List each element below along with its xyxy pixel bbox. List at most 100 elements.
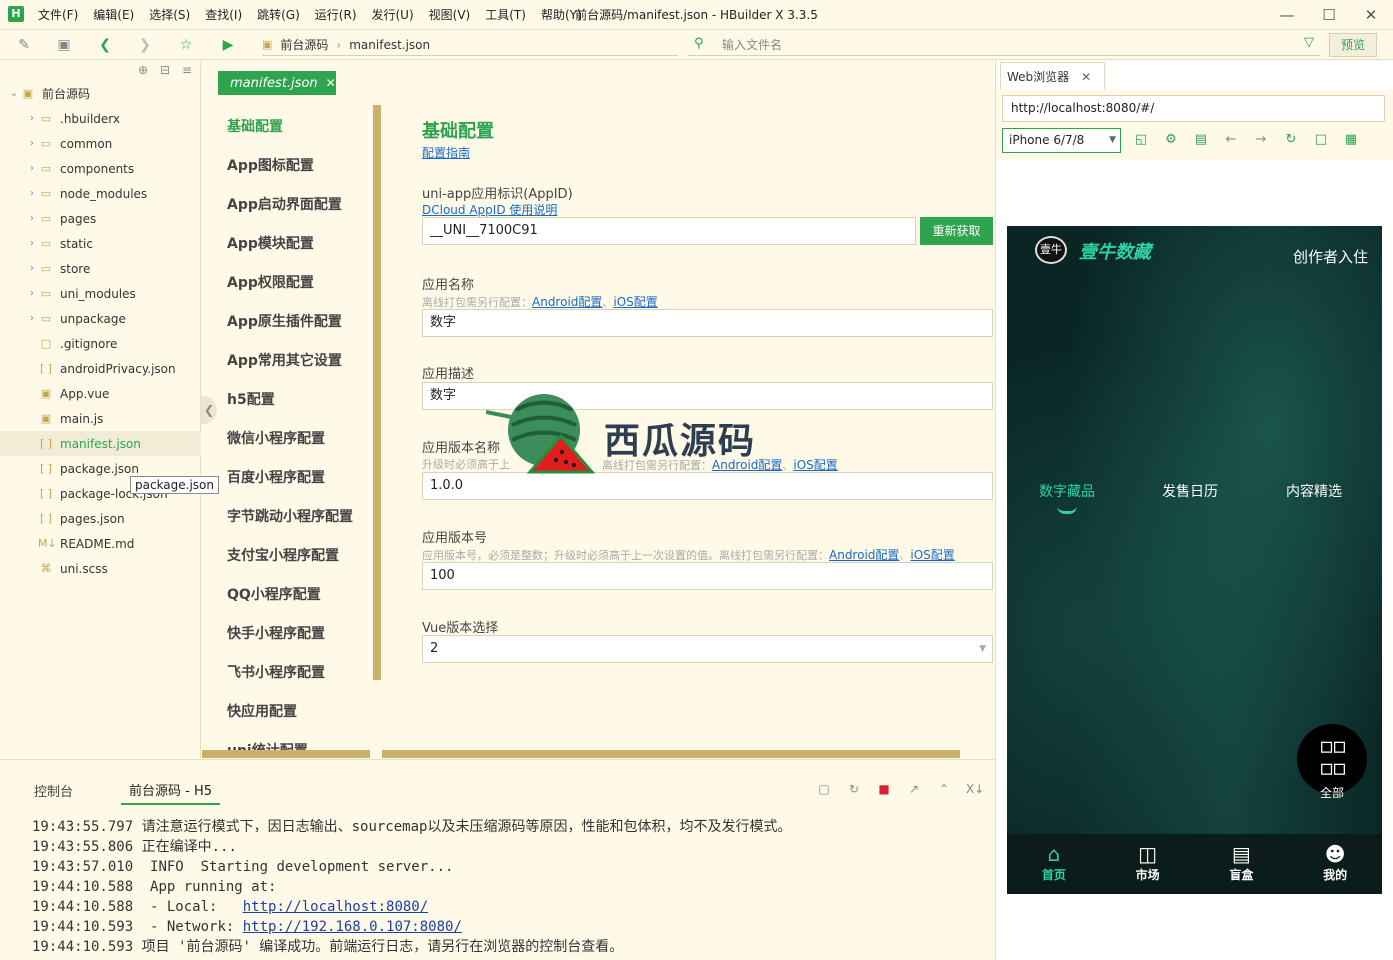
creator-join-link[interactable]: 创作者入住 [1293,246,1368,267]
tree-menu-icon[interactable]: ≡ [182,63,192,77]
forward-icon[interactable]: → [1252,131,1270,149]
file-search-input[interactable] [722,36,1282,54]
collapse-all-icon[interactable]: ⊟ [160,63,170,77]
menu-file[interactable]: 文件(F) [38,0,78,30]
phone-tab-digital[interactable]: 数字藏品 [1039,481,1095,501]
tree-item[interactable]: › ▭ node_modules [0,181,201,206]
config-nav-item[interactable]: 字节跳动小程序配置 [227,506,353,526]
new-file-icon[interactable]: ✎ [15,36,33,54]
config-nav-item[interactable]: 支付宝小程序配置 [227,545,339,565]
scroll-lock-icon[interactable]: X↓ [966,781,984,797]
vue-version-select[interactable]: 2 ▼ [422,635,993,663]
config-nav-item[interactable]: App图标配置 [227,155,314,175]
forward-icon[interactable]: ❯ [136,36,154,54]
tab-web-browser[interactable]: Web浏览器 ✕ [1000,62,1105,90]
tree-item[interactable]: › ▭ static [0,231,201,256]
save-icon[interactable]: ▣ [55,36,73,54]
tree-root[interactable]: ⌄ ▣ 前台源码 [0,81,201,106]
phone-tab-calendar[interactable]: 发售日历 [1162,481,1218,501]
log-link[interactable]: http://localhost:8080/ [243,899,428,915]
all-categories-button[interactable]: ▫▫ ▫▫ 全部 [1297,724,1367,800]
back-icon[interactable]: ← [1222,131,1240,149]
tree-item[interactable]: [ ] pages.json [0,506,201,531]
tab-h5-run[interactable]: 前台源码 - H5 [121,776,221,805]
device-select[interactable]: iPhone 6/7/8 ▼ [1002,128,1121,153]
nav-market[interactable]: ◫ 市场 [1101,834,1195,894]
android-config-link[interactable]: Android配置 [829,548,899,562]
config-nav-item[interactable]: QQ小程序配置 [227,584,321,604]
clear-console-icon[interactable]: ▢ [816,781,832,797]
back-icon[interactable]: ❮ [96,36,114,54]
tree-item[interactable]: › ▭ pages [0,206,201,231]
tree-item[interactable]: › ▭ unpackage [0,306,201,331]
breadcrumb-project[interactable]: 前台源码 [280,36,328,53]
log-link[interactable]: http://192.168.0.107:8080/ [243,919,462,935]
qrcode-icon[interactable]: ▦ [1342,131,1360,149]
config-nav-item[interactable]: App原生插件配置 [227,311,342,331]
guide-link[interactable]: 配置指南 [422,146,470,160]
tree-item[interactable]: › ▭ uni_modules [0,281,201,306]
maximize-icon[interactable]: ☐ [1309,0,1349,30]
nav-scrollbar[interactable] [373,105,381,680]
tree-item[interactable]: ▣ main.js [0,406,201,431]
url-input[interactable]: http://localhost:8080/#/ [1002,95,1385,122]
screenshot-icon[interactable]: ◱ [1132,131,1150,149]
menu-find[interactable]: 查找(I) [205,0,242,30]
config-nav-item[interactable]: 基础配置 [227,116,283,136]
close-tab-icon[interactable]: ✕ [326,76,336,90]
appid-help-link[interactable]: DCloud AppID 使用说明 [422,203,557,217]
menu-run[interactable]: 运行(R) [315,0,357,30]
breadcrumb-file[interactable]: manifest.json [349,38,430,52]
appid-input[interactable]: __UNI__7100C91 [422,217,916,245]
config-nav-item[interactable]: 百度小程序配置 [227,467,325,487]
tree-item[interactable]: ⌘ uni.scss [0,556,201,581]
nav-hscrollbar[interactable] [202,750,370,758]
config-nav-item[interactable]: 快手小程序配置 [227,623,325,643]
refetch-appid-button[interactable]: 重新获取 [920,217,993,245]
minimize-icon[interactable]: — [1267,0,1307,30]
config-nav-item[interactable]: 快应用配置 [227,701,297,721]
form-hscrollbar[interactable] [382,750,960,758]
config-nav-item[interactable]: h5配置 [227,389,275,409]
tree-item[interactable]: › ▭ .hbuilderx [0,106,201,131]
ios-config-link[interactable]: iOS配置 [613,295,657,309]
restart-icon[interactable]: ↻ [846,781,862,797]
config-nav-item[interactable]: App常用其它设置 [227,350,342,370]
stop-icon[interactable]: ■ [876,781,892,797]
nav-mine[interactable]: ☻ 我的 [1288,834,1382,894]
tree-item[interactable]: › ▭ common [0,131,201,156]
star-icon[interactable]: ☆ [177,36,195,54]
ios-config-link[interactable]: iOS配置 [793,458,837,472]
filter-icon[interactable]: ▽ [1304,35,1314,50]
ios-config-link[interactable]: iOS配置 [910,548,954,562]
close-icon[interactable]: ✕ [1351,0,1391,30]
tree-item[interactable]: ▣ App.vue [0,381,201,406]
config-nav-item[interactable]: App权限配置 [227,272,314,292]
open-external-icon[interactable]: ↗ [906,781,922,797]
preview-button[interactable]: 预览 [1329,33,1377,57]
tree-item[interactable]: □ .gitignore [0,331,201,356]
tab-console[interactable]: 控制台 [34,781,73,800]
tree-item[interactable]: › ▭ components [0,156,201,181]
tab-manifest[interactable]: manifest.json ✕ [218,71,336,95]
close-tab-icon[interactable]: ✕ [1081,70,1091,84]
run-icon[interactable]: ▶ [219,36,237,54]
menu-publish[interactable]: 发行(U) [372,0,414,30]
nav-blindbox[interactable]: ▤ 盲盒 [1195,834,1289,894]
tree-item[interactable]: › ▭ store [0,256,201,281]
app-name-input[interactable]: 数字 [422,309,993,337]
config-nav-item[interactable]: uni统计配置 [227,740,308,750]
config-nav-item[interactable]: 飞书小程序配置 [227,662,325,682]
android-config-link[interactable]: Android配置 [532,295,602,309]
tree-item[interactable]: [ ] androidPrivacy.json [0,356,201,381]
version-code-input[interactable]: 100 [422,562,993,590]
config-nav-item[interactable]: App模块配置 [227,233,314,253]
menu-select[interactable]: 选择(S) [149,0,190,30]
lock-icon[interactable]: □ [1312,131,1330,149]
menu-help[interactable]: 帮助(Y) [541,0,582,30]
menu-tools[interactable]: 工具(T) [485,0,526,30]
config-nav-item[interactable]: 微信小程序配置 [227,428,325,448]
gear-icon[interactable]: ⚙ [1162,131,1180,149]
refresh-icon[interactable]: ↻ [1282,131,1300,149]
menu-goto[interactable]: 跳转(G) [257,0,300,30]
